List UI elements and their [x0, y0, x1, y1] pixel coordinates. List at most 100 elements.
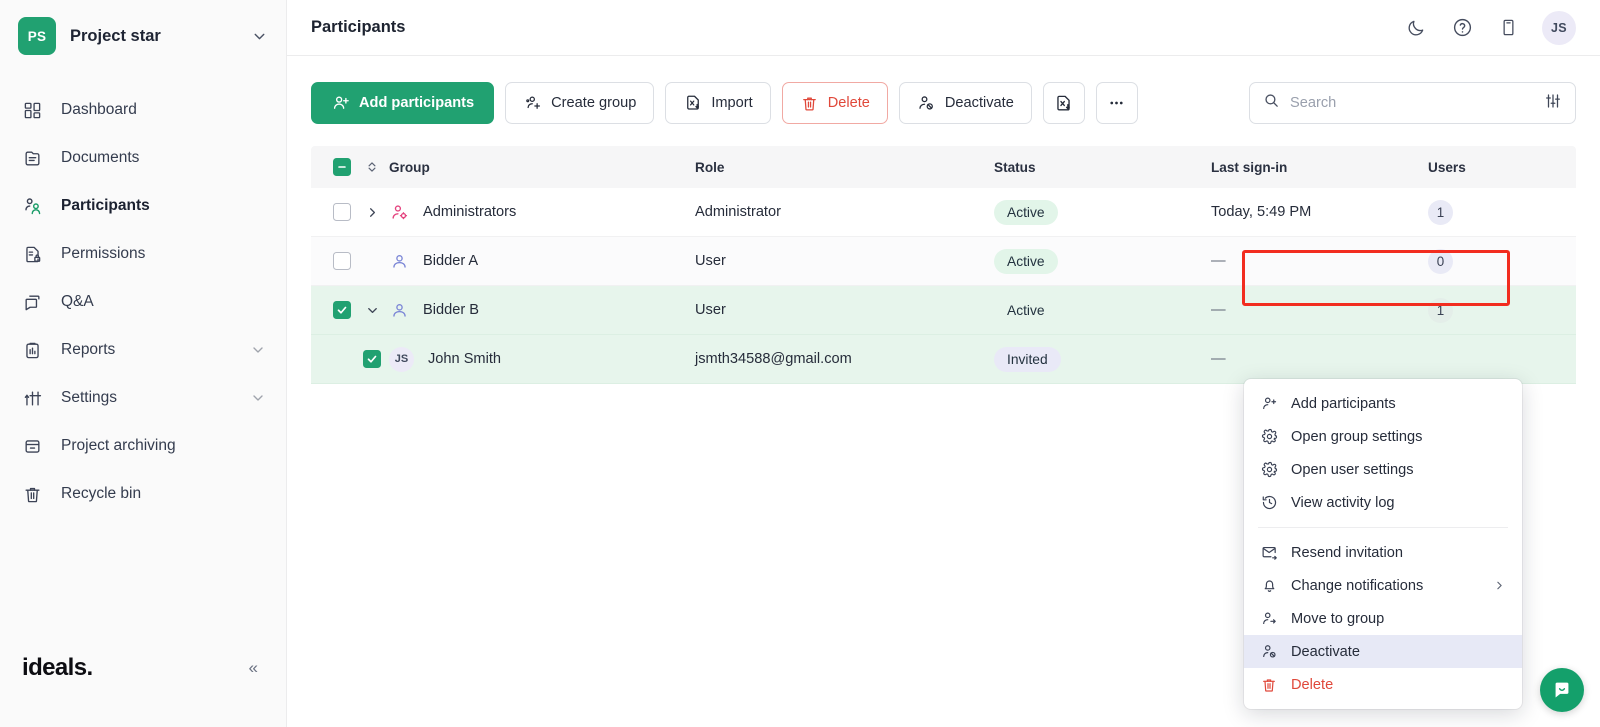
menu-item-deactivate[interactable]: Deactivate	[1244, 635, 1522, 668]
menu-item-resend-invitation[interactable]: Resend invitation	[1244, 536, 1522, 569]
import-button[interactable]: Import	[665, 82, 771, 124]
add-participants-button[interactable]: Add participants	[311, 82, 495, 124]
sliders-icon	[22, 388, 43, 409]
status-badge: Active	[994, 248, 1058, 274]
expand-row-toggle[interactable]	[355, 205, 389, 220]
create-group-label: Create group	[551, 95, 637, 111]
sort-updown-icon	[365, 160, 379, 174]
table-row[interactable]: Administrators Administrator Active Toda…	[311, 188, 1576, 237]
group-admin-icon	[389, 202, 409, 222]
moon-icon[interactable]	[1404, 16, 1428, 40]
select-all-checkbox[interactable]	[333, 158, 351, 176]
project-switcher[interactable]: PS Project star	[0, 0, 286, 58]
row-checkbox[interactable]	[333, 252, 351, 270]
filter-sliders-icon[interactable]	[1544, 92, 1562, 115]
empty-value: —	[1211, 302, 1226, 318]
column-header-users[interactable]: Users	[1428, 160, 1576, 175]
sidebar-item-label: Recycle bin	[61, 485, 142, 502]
mobile-device-icon[interactable]	[1496, 16, 1520, 40]
row-role: User	[695, 253, 726, 269]
menu-item-move-to-group[interactable]: Move to group	[1244, 602, 1522, 635]
sidebar-item-documents[interactable]: Documents	[0, 134, 286, 182]
chevron-down-icon[interactable]	[251, 28, 268, 45]
menu-item-open-user-settings[interactable]: Open user settings	[1244, 453, 1522, 486]
add-participants-label: Add participants	[359, 95, 475, 111]
menu-item-change-notifications[interactable]: Change notifications	[1244, 569, 1522, 602]
chat-widget-button[interactable]	[1540, 668, 1584, 712]
row-checkbox[interactable]	[333, 301, 351, 319]
row-last-signin: —	[1211, 351, 1428, 367]
search-input[interactable]	[1290, 95, 1534, 111]
chat-smile-icon	[1551, 679, 1573, 701]
column-header-role[interactable]: Role	[695, 160, 994, 175]
archive-box-icon	[22, 436, 43, 457]
row-email: jsmth34588@gmail.com	[695, 351, 852, 367]
sort-toggle[interactable]	[355, 160, 389, 174]
row-last-signin: —	[1211, 302, 1428, 318]
trash-icon	[1260, 676, 1278, 694]
collapse-row-toggle[interactable]	[355, 303, 389, 318]
menu-item-add-participants[interactable]: Add participants	[1244, 387, 1522, 420]
status-badge: Invited	[994, 346, 1061, 372]
sidebar-item-settings[interactable]: Settings	[0, 374, 286, 422]
status-badge: Active	[994, 199, 1058, 225]
collapse-sidebar-button[interactable]: «	[243, 654, 264, 682]
export-button[interactable]	[1042, 82, 1085, 124]
sidebar-item-participants[interactable]: Participants	[0, 182, 286, 230]
menu-item-view-activity-log[interactable]: View activity log	[1244, 486, 1522, 519]
export-excel-icon	[1054, 94, 1073, 113]
menu-item-open-group-settings[interactable]: Open group settings	[1244, 420, 1522, 453]
column-header-last-signin[interactable]: Last sign-in	[1211, 160, 1428, 175]
row-name-cell: Bidder B	[389, 300, 695, 320]
create-group-button[interactable]: Create group	[505, 82, 655, 124]
row-role: Administrator	[695, 204, 781, 220]
group-user-icon	[389, 251, 409, 271]
user-avatar[interactable]: JS	[1542, 10, 1576, 45]
child-row-select-cell	[355, 350, 389, 368]
row-checkbox[interactable]	[333, 203, 351, 221]
sidebar-item-label: Settings	[61, 389, 118, 406]
column-header-status[interactable]: Status	[994, 160, 1211, 175]
permissions-lock-icon	[22, 244, 43, 265]
sidebar-item-dashboard[interactable]: Dashboard	[0, 86, 286, 134]
chevron-down-icon[interactable]	[250, 390, 266, 406]
chevron-right-icon	[1493, 579, 1506, 592]
row-name-cell: JS John Smith	[389, 346, 695, 372]
row-select-cell	[311, 301, 355, 319]
table-row[interactable]: Bidder B User Active — 1	[311, 286, 1576, 335]
sidebar-item-reports[interactable]: Reports	[0, 326, 286, 374]
sidebar-item-recycle-bin[interactable]: Recycle bin	[0, 470, 286, 518]
sidebar-nav: Dashboard Documents Participants Permiss…	[0, 86, 286, 518]
chevron-down-icon[interactable]	[250, 342, 266, 358]
users-count-badge: 0	[1428, 248, 1453, 274]
clipboard-chart-icon	[22, 340, 43, 361]
page-title: Participants	[311, 18, 406, 36]
row-status-cell: Active	[994, 199, 1211, 225]
deactivate-button[interactable]: Deactivate	[898, 82, 1032, 124]
row-select-cell	[311, 252, 355, 270]
menu-item-label: Delete	[1291, 676, 1334, 693]
column-header-group[interactable]: Group	[389, 160, 695, 175]
table-row[interactable]: Bidder A User Active — 0	[311, 237, 1576, 286]
delete-button[interactable]: Delete	[781, 82, 888, 124]
empty-value: —	[1211, 253, 1226, 269]
import-file-icon	[683, 94, 702, 113]
avatar: JS	[389, 346, 414, 372]
row-checkbox[interactable]	[363, 350, 381, 368]
sidebar-footer: ideals. «	[0, 631, 286, 727]
menu-item-label: Resend invitation	[1291, 544, 1403, 561]
help-circle-icon[interactable]	[1450, 16, 1474, 40]
menu-item-label: Move to group	[1291, 610, 1385, 627]
sidebar-item-project-archiving[interactable]: Project archiving	[0, 422, 286, 470]
menu-item-delete[interactable]: Delete	[1244, 668, 1522, 701]
table-row[interactable]: JS John Smith jsmth34588@gmail.com Invit…	[311, 335, 1576, 384]
sidebar-item-permissions[interactable]: Permissions	[0, 230, 286, 278]
row-context-menu: Add participants Open group settings Ope…	[1244, 379, 1522, 709]
dashboard-icon	[22, 100, 43, 121]
sidebar-item-qa[interactable]: Q&A	[0, 278, 286, 326]
more-actions-button[interactable]	[1095, 82, 1138, 124]
search-box[interactable]	[1249, 82, 1576, 124]
sidebar-item-label: Reports	[61, 341, 116, 358]
row-users-cell: 1	[1428, 297, 1576, 323]
actions-toolbar: Add participants Create group Import Del…	[311, 82, 1576, 124]
